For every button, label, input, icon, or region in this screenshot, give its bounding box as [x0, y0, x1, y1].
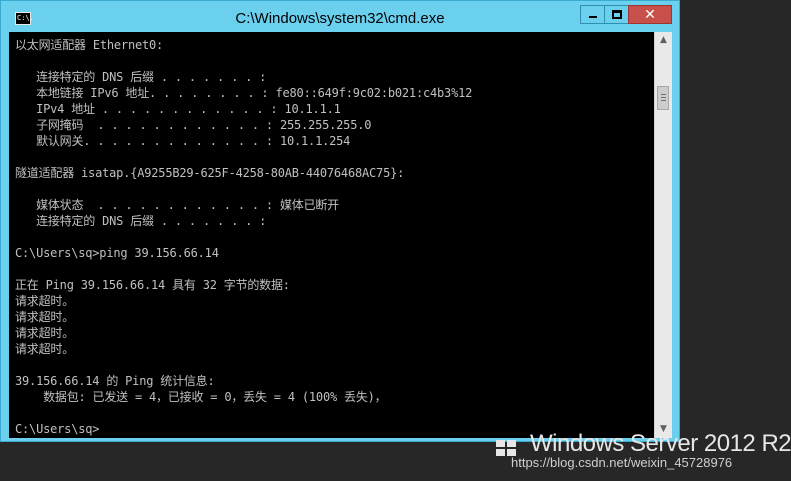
console-line: 隧道适配器 isatap.{A9255B29-625F-4258-80AB-44…: [15, 166, 405, 180]
close-icon: ✕: [644, 7, 656, 23]
grip-line: [661, 97, 666, 98]
console-line: 39.156.66.14 的 Ping 统计信息:: [15, 374, 215, 388]
console-line: 请求超时。: [15, 326, 75, 340]
console-line: C:\Users\sq>ping 39.156.66.14: [15, 246, 219, 260]
caption-buttons: ✕: [580, 5, 672, 25]
console-line: 连接特定的 DNS 后缀 . . . . . . . :: [15, 214, 267, 228]
console-line: 请求超时。: [15, 294, 75, 308]
console-line: C:\Users\sq>: [15, 422, 100, 436]
console-line: 默认网关. . . . . . . . . . . . . : 10.1.1.2…: [15, 134, 351, 148]
console-line: 数据包: 已发送 = 4，已接收 = 0，丢失 = 4 (100% 丢失)，: [15, 390, 387, 404]
console-line: 请求超时。: [15, 310, 75, 324]
windows-logo-icon: [496, 440, 516, 456]
scroll-up-icon[interactable]: ▲: [655, 32, 672, 49]
maximize-icon: [612, 10, 622, 19]
console-line: 请求超时。: [15, 342, 75, 356]
close-button[interactable]: ✕: [628, 5, 672, 24]
console-line: IPv4 地址 . . . . . . . . . . . . : 10.1.1…: [15, 102, 341, 116]
minimize-icon: [589, 16, 597, 18]
console-line: 以太网适配器 Ethernet0:: [15, 38, 164, 52]
cmd-window: C:\. C:\Windows\system32\cmd.exe ✕ 以太网适配…: [0, 0, 680, 442]
watermark-url: https://blog.csdn.net/weixin_45728976: [511, 455, 733, 470]
console-output[interactable]: 以太网适配器 Ethernet0: 连接特定的 DNS 后缀 . . . . .…: [9, 32, 654, 438]
window-title: C:\Windows\system32\cmd.exe: [235, 10, 445, 27]
grip-line: [661, 100, 666, 101]
os-brand-label: Windows Server 2012 R2: [530, 430, 791, 457]
console-line: 正在 Ping 39.156.66.14 具有 32 字节的数据:: [15, 278, 290, 292]
scrollbar-thumb[interactable]: [657, 86, 669, 110]
console-line: 本地链接 IPv6 地址. . . . . . . . : fe80::649f…: [15, 86, 473, 100]
vertical-scrollbar[interactable]: ▲ ▼: [654, 32, 672, 438]
console-line: 子网掩码 . . . . . . . . . . . . : 255.255.2…: [15, 118, 372, 132]
console-line: 媒体状态 . . . . . . . . . . . . : 媒体已断开: [15, 198, 339, 212]
maximize-button[interactable]: [604, 5, 629, 24]
minimize-button[interactable]: [580, 5, 605, 24]
console-line: 连接特定的 DNS 后缀 . . . . . . . :: [15, 70, 267, 84]
grip-line: [661, 94, 666, 95]
